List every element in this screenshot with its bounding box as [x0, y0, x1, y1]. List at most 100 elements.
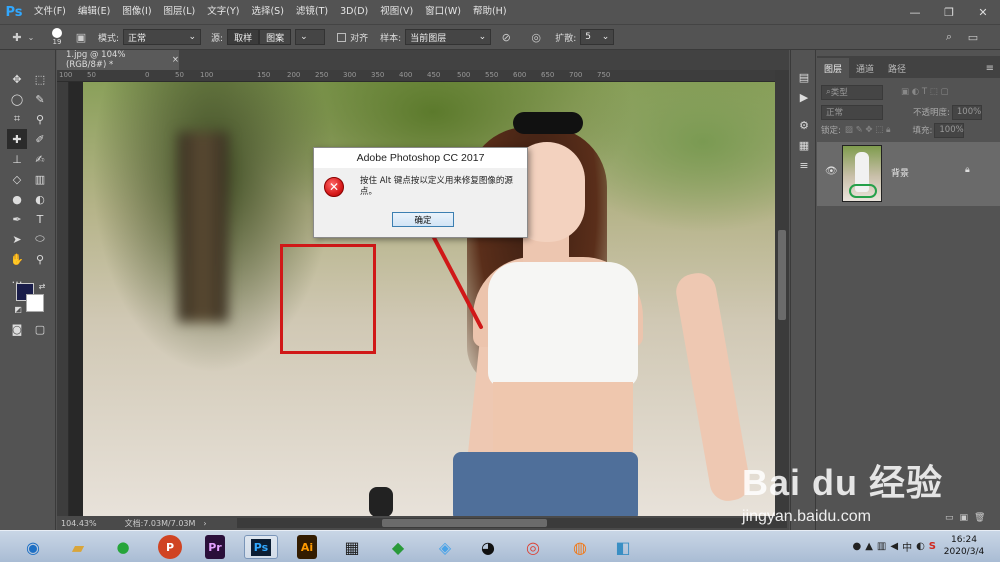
- menu-type[interactable]: 文字(Y): [201, 0, 245, 24]
- lasso-tool-icon[interactable]: ◯: [7, 89, 27, 109]
- mode-select[interactable]: 正常 ⌄: [123, 29, 202, 45]
- workspace-icon[interactable]: ▭: [964, 28, 982, 46]
- panel-menu-icon[interactable]: ≡: [980, 58, 1000, 78]
- close-tab-icon[interactable]: ×: [172, 55, 179, 65]
- pattern-picker[interactable]: ⌄: [295, 29, 326, 45]
- menu-filter[interactable]: 滤镜(T): [290, 0, 334, 24]
- history-brush-tool-icon[interactable]: ✍: [30, 149, 50, 169]
- menu-file[interactable]: 文件(F): [28, 0, 72, 24]
- chevron-right-icon[interactable]: ›: [203, 519, 206, 528]
- filter-icons[interactable]: ▣ ◐ T ⬚ ▢: [901, 87, 949, 97]
- menu-layer[interactable]: 图层(L): [158, 0, 202, 24]
- sample-select[interactable]: 当前图层 ⌄: [405, 29, 492, 45]
- opacity-field[interactable]: 100%: [951, 104, 982, 120]
- tab-channels[interactable]: 通道: [849, 58, 881, 78]
- taskbar-photoshop-icon[interactable]: Ps: [244, 535, 278, 559]
- diffusion-select[interactable]: 5 ⌄: [580, 29, 615, 45]
- input-method-icon[interactable]: 中: [902, 539, 912, 554]
- blur-tool-icon[interactable]: ●: [7, 189, 27, 209]
- minimize-button[interactable]: —: [898, 0, 932, 24]
- brush-tool-icon[interactable]: ✐: [30, 129, 50, 149]
- zoom-level[interactable]: 104.43%: [61, 519, 97, 528]
- crop-tool-icon[interactable]: ⌗: [7, 109, 27, 129]
- fill-field[interactable]: 100%: [934, 122, 965, 138]
- menu-edit[interactable]: 编辑(E): [72, 0, 116, 24]
- path-select-tool-icon[interactable]: ➤: [7, 229, 27, 249]
- libraries-icon[interactable]: ▦: [795, 136, 813, 154]
- gradient-tool-icon[interactable]: ▥: [30, 169, 50, 189]
- taskbar-ie-icon[interactable]: ◉: [16, 535, 50, 559]
- close-button[interactable]: ✕: [966, 0, 1000, 24]
- document-tab[interactable]: 1.jpg @ 104%(RGB/8#) * ×: [57, 50, 179, 70]
- layer-filter-select[interactable]: ⌕ 类型: [821, 84, 883, 100]
- hand-tool-icon[interactable]: ✋: [7, 249, 27, 269]
- dodge-tool-icon[interactable]: ◐: [30, 189, 50, 209]
- menu-help[interactable]: 帮助(H): [467, 0, 513, 24]
- type-tool-icon[interactable]: T: [30, 209, 50, 229]
- menu-view[interactable]: 视图(V): [374, 0, 419, 24]
- quick-select-tool-icon[interactable]: ✎: [30, 89, 50, 109]
- maximize-button[interactable]: ❐: [932, 0, 966, 24]
- menu-image[interactable]: 图像(I): [116, 0, 157, 24]
- tab-layers[interactable]: 图层: [817, 58, 850, 78]
- shape-tool-icon[interactable]: ⬭: [30, 229, 50, 249]
- warning-icon[interactable]: ▲: [865, 541, 873, 552]
- tray-app-icon[interactable]: ◐: [916, 541, 925, 552]
- eyedropper-tool-icon[interactable]: ⚲: [30, 109, 50, 129]
- lock-icons[interactable]: ▨ ✎ ✥ ⬚ 🔒︎: [845, 125, 891, 135]
- healing-brush-tool-icon[interactable]: ✚: [7, 129, 27, 149]
- taskbar-firefox-icon[interactable]: ◍: [563, 535, 597, 559]
- taskbar-wechat-icon[interactable]: ●: [106, 535, 140, 559]
- menu-select[interactable]: 选择(S): [245, 0, 289, 24]
- menu-window[interactable]: 窗口(W): [419, 0, 467, 24]
- blend-mode-select[interactable]: 正常: [821, 104, 883, 120]
- pen-tool-icon[interactable]: ✒: [7, 209, 27, 229]
- zoom-tool-icon[interactable]: ⚲: [30, 249, 50, 269]
- taskbar-folder-icon[interactable]: ▰: [61, 535, 95, 559]
- taskbar-tool-icon[interactable]: ◈: [428, 535, 462, 559]
- aligned-checkbox[interactable]: [337, 32, 347, 42]
- vertical-scrollbar[interactable]: [775, 70, 789, 516]
- user-icon[interactable]: ●: [852, 541, 861, 552]
- scroll-thumb[interactable]: [778, 230, 786, 320]
- taskbar-illustrator-icon[interactable]: Ai: [297, 535, 317, 559]
- eye-icon[interactable]: 👁︎: [825, 166, 838, 177]
- horizontal-scrollbar[interactable]: [237, 518, 787, 528]
- taskbar-premiere-icon[interactable]: Pr: [205, 535, 225, 559]
- taskbar-chrome-icon[interactable]: ◎: [516, 535, 550, 559]
- tab-paths[interactable]: 路径: [881, 58, 913, 78]
- move-tool-icon[interactable]: ✥: [7, 69, 27, 89]
- ignore-adjustment-icon[interactable]: ⊘: [497, 28, 515, 46]
- search-icon[interactable]: ⌕: [940, 28, 958, 46]
- system-clock[interactable]: 16:24 2020/3/4: [936, 534, 992, 558]
- adjustments-icon[interactable]: ≡: [795, 156, 813, 174]
- background-color-swatch[interactable]: [26, 294, 44, 312]
- ok-button[interactable]: 确定: [392, 212, 454, 227]
- eraser-tool-icon[interactable]: ◇: [7, 169, 27, 189]
- brush-settings-icon[interactable]: ▣: [72, 28, 90, 46]
- default-colors-icon[interactable]: ◩: [12, 303, 24, 315]
- screen-mode-icon[interactable]: ▢: [30, 319, 50, 339]
- history-icon[interactable]: ▤: [795, 68, 813, 86]
- scroll-thumb[interactable]: [382, 519, 547, 527]
- layer-row-background[interactable]: 👁︎ 背景 🔒︎: [817, 142, 1000, 206]
- brush-preset-picker[interactable]: 19: [46, 28, 68, 46]
- clone-stamp-tool-icon[interactable]: ⊥: [7, 149, 27, 169]
- taskbar-powerpoint-icon[interactable]: P: [158, 535, 182, 559]
- taskbar-app-icon[interactable]: ◆: [381, 535, 415, 559]
- pressure-icon[interactable]: ◎: [527, 28, 545, 46]
- taskbar-video-icon[interactable]: ▦: [335, 535, 369, 559]
- properties-icon[interactable]: ⚙: [795, 116, 813, 134]
- menu-3d[interactable]: 3D(D): [334, 0, 374, 24]
- healing-brush-icon[interactable]: ✚: [8, 28, 26, 46]
- play-actions-icon[interactable]: ▶: [795, 88, 813, 106]
- chevron-down-icon[interactable]: ⌄: [26, 28, 36, 46]
- marquee-tool-icon[interactable]: ⬚: [30, 69, 50, 89]
- source-sampled-button[interactable]: 取样: [227, 29, 260, 45]
- swap-colors-icon[interactable]: ⇄: [36, 280, 48, 292]
- quick-mask-icon[interactable]: ◙: [7, 319, 27, 339]
- taskbar-qq-icon[interactable]: ◕: [471, 535, 505, 559]
- network-icon[interactable]: ▥: [877, 541, 886, 552]
- volume-icon[interactable]: ◀: [890, 541, 898, 552]
- taskbar-notepad-icon[interactable]: ◧: [606, 535, 640, 559]
